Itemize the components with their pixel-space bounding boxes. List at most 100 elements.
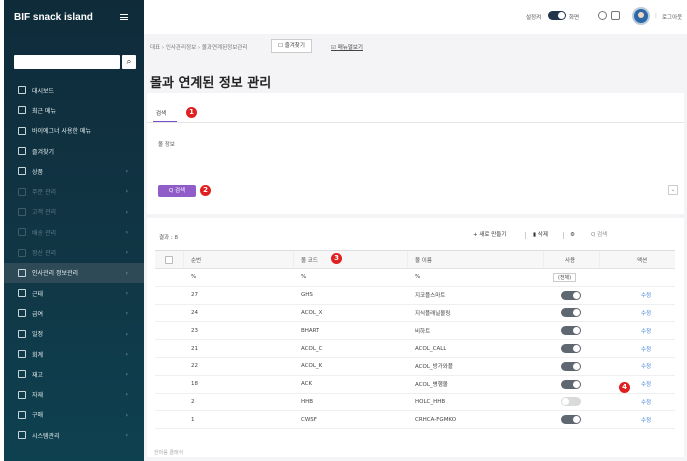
select-all-checkbox[interactable] (165, 251, 173, 268)
row-action-link[interactable]: 수정 (641, 394, 651, 411)
menu-icon (18, 106, 26, 115)
table-row[interactable]: 2 HHB HOLC_HHB 수정 (155, 394, 675, 412)
sidebar-item[interactable]: 근태 › (4, 283, 144, 303)
search-button[interactable]: Q 검색 (158, 185, 196, 197)
chevron-right-icon: › (125, 411, 128, 419)
row-use[interactable] (561, 411, 581, 428)
new-button[interactable]: + 새로 만들기 (473, 229, 506, 241)
row-action-link[interactable]: 수정 (641, 376, 651, 393)
delete-button[interactable]: ▮ 삭제 (533, 229, 548, 241)
content-card: 검색 1 몰 정보 Q 검색 2 ⌄ 결과 : 8 + 새로 만들기 ▮ 삭제 … (147, 93, 684, 457)
sidebar-item-label: 일정 (32, 331, 44, 339)
table-row[interactable]: 1 CWSF CRHCA-FGMKO 수정 (155, 411, 675, 430)
sidebar-item[interactable]: 상품 › (4, 161, 144, 181)
use-toggle-switch[interactable] (561, 308, 581, 318)
mode-toggle[interactable] (548, 11, 566, 20)
row-mall-code: ACOL_C (301, 345, 323, 352)
chevron-right-icon: › (125, 269, 128, 277)
sidebar-item[interactable]: 일정 › (4, 324, 144, 344)
table-row[interactable]: 23 BHART 비하트 수정 (155, 322, 675, 341)
use-toggle-switch[interactable] (561, 344, 581, 354)
tab-search[interactable]: 검색 (156, 109, 166, 117)
sidebar-item[interactable]: 인사관리 정보관리 › (4, 262, 144, 283)
annotation-badge-3: 3 (331, 253, 342, 264)
sidebar-search-input[interactable] (14, 55, 120, 69)
sidebar-item[interactable]: 주문 관리 › (4, 181, 144, 201)
row-use[interactable] (561, 322, 581, 339)
manual-link[interactable]: ☑ 매뉴얼보기 (331, 43, 363, 51)
row-action-link[interactable]: 수정 (641, 340, 651, 357)
sidebar-item[interactable]: 구매 › (4, 405, 144, 425)
row-action-link[interactable]: 수정 (641, 287, 651, 304)
sidebar-item[interactable]: 즐겨찾기 (4, 141, 144, 161)
row-mall-name: HOLC_HHB (415, 398, 446, 405)
menu-icon (18, 167, 26, 176)
avatar[interactable] (632, 7, 650, 25)
row-use[interactable] (561, 358, 581, 375)
col-use[interactable]: 사용 (565, 251, 575, 268)
globe-icon[interactable] (598, 11, 607, 20)
col-mall-name[interactable]: 몰 이름 (415, 251, 432, 268)
table-row[interactable]: 18 ACK ACOL_병행몰 수정 (155, 376, 675, 394)
app-logo[interactable]: BIF snack island (14, 12, 93, 23)
row-use[interactable] (561, 305, 581, 322)
table-search-input[interactable]: Q 검색 (591, 229, 651, 241)
sidebar-item[interactable]: 고객 관리 › (4, 202, 144, 222)
menu-toggle-icon[interactable] (120, 14, 128, 20)
gear-icon[interactable]: ⚙ (570, 229, 575, 241)
sidebar-item[interactable]: 자재 › (4, 384, 144, 404)
use-toggle-switch[interactable] (561, 415, 581, 425)
sidebar-item-label: 회계 (32, 351, 44, 359)
sidebar-item[interactable]: 급여 › (4, 303, 144, 323)
sidebar-item-label: 인사관리 정보관리 (32, 270, 79, 278)
mall-table: 순번 몰 코드 몰 이름 사용 액션 % % % (전체) 27 GHS 지코플스마… (155, 250, 675, 430)
use-toggle-switch[interactable] (561, 290, 581, 300)
sidebar-nav: 대시보드 최근 메뉴 바이에그너 사용한 메뉴 즐겨찾기 상품 › 주문 관리 › 고객 관리 ›… (4, 80, 144, 445)
separator: | (655, 13, 657, 19)
footer-text: 한마음 클래식 (154, 450, 184, 456)
sidebar-item[interactable]: 시스템관리 › (4, 425, 144, 445)
table-row[interactable]: 21 ACOL_C ACOL_CALL 수정 (155, 340, 675, 358)
sidebar-item[interactable]: 대시보드 (4, 80, 144, 100)
row-action-link[interactable]: 수정 (641, 358, 651, 375)
row-use[interactable] (561, 376, 581, 393)
search-icon[interactable]: ⌕ (122, 55, 136, 69)
row-use[interactable] (561, 340, 581, 357)
sidebar-item[interactable]: 바이에그너 사용한 메뉴 (4, 121, 144, 141)
chevron-down-icon[interactable]: ⌄ (668, 185, 678, 195)
col-mall-code[interactable]: 몰 코드 (301, 251, 318, 268)
filter-use-select[interactable]: (전체) (553, 269, 577, 286)
sidebar-item[interactable]: 회계 › (4, 344, 144, 364)
row-action-link[interactable]: 수정 (641, 305, 651, 322)
row-use[interactable] (561, 394, 581, 411)
col-number[interactable]: 순번 (191, 251, 201, 268)
sidebar: BIF snack island ⌕ 대시보드 최근 메뉴 바이에그너 사용한 메뉴… (4, 0, 144, 461)
use-toggle-switch[interactable] (561, 397, 581, 407)
menu-icon (18, 268, 26, 277)
menu-icon (18, 126, 26, 135)
sidebar-item[interactable]: 최근 메뉴 (4, 100, 144, 120)
table-row[interactable]: 27 GHS 지코플스마트 수정 (155, 287, 675, 305)
chevron-right-icon: › (125, 208, 128, 216)
col-action: 액션 (637, 257, 648, 264)
row-action-link[interactable]: 수정 (641, 411, 651, 428)
sidebar-item[interactable]: 배송 관리 › (4, 222, 144, 242)
row-mall-code: ACOL_X (301, 309, 323, 316)
filter-name[interactable]: % (415, 269, 420, 286)
use-toggle-switch[interactable] (561, 326, 581, 336)
row-use[interactable] (561, 287, 581, 304)
row-action-link[interactable]: 수정 (641, 322, 651, 339)
filter-number[interactable]: % (191, 269, 196, 286)
use-toggle-switch[interactable] (561, 379, 581, 389)
table-row[interactable]: 22 ACOL_K ACOL_방가와플 수정 (155, 358, 675, 376)
filter-code[interactable]: % (301, 269, 306, 286)
sidebar-item[interactable]: 재고 › (4, 364, 144, 384)
table-row[interactable]: 24 ACOL_X 지식플래닐몰링 수정 (155, 305, 675, 323)
use-toggle-switch[interactable] (561, 361, 581, 371)
favorite-button[interactable]: ☐ 즐겨찾기 (271, 39, 312, 53)
main-content: 대표 › 인사관리정보 › 몰과연계된정보관리 ☐ 즐겨찾기 ☑ 매뉴얼보기 몰… (144, 34, 687, 461)
logout-link[interactable]: 로그아웃 (662, 13, 682, 21)
notification-icon[interactable] (611, 11, 620, 20)
sidebar-item-label: 상품 (32, 168, 44, 176)
sidebar-item[interactable]: 정산 관리 › (4, 242, 144, 262)
